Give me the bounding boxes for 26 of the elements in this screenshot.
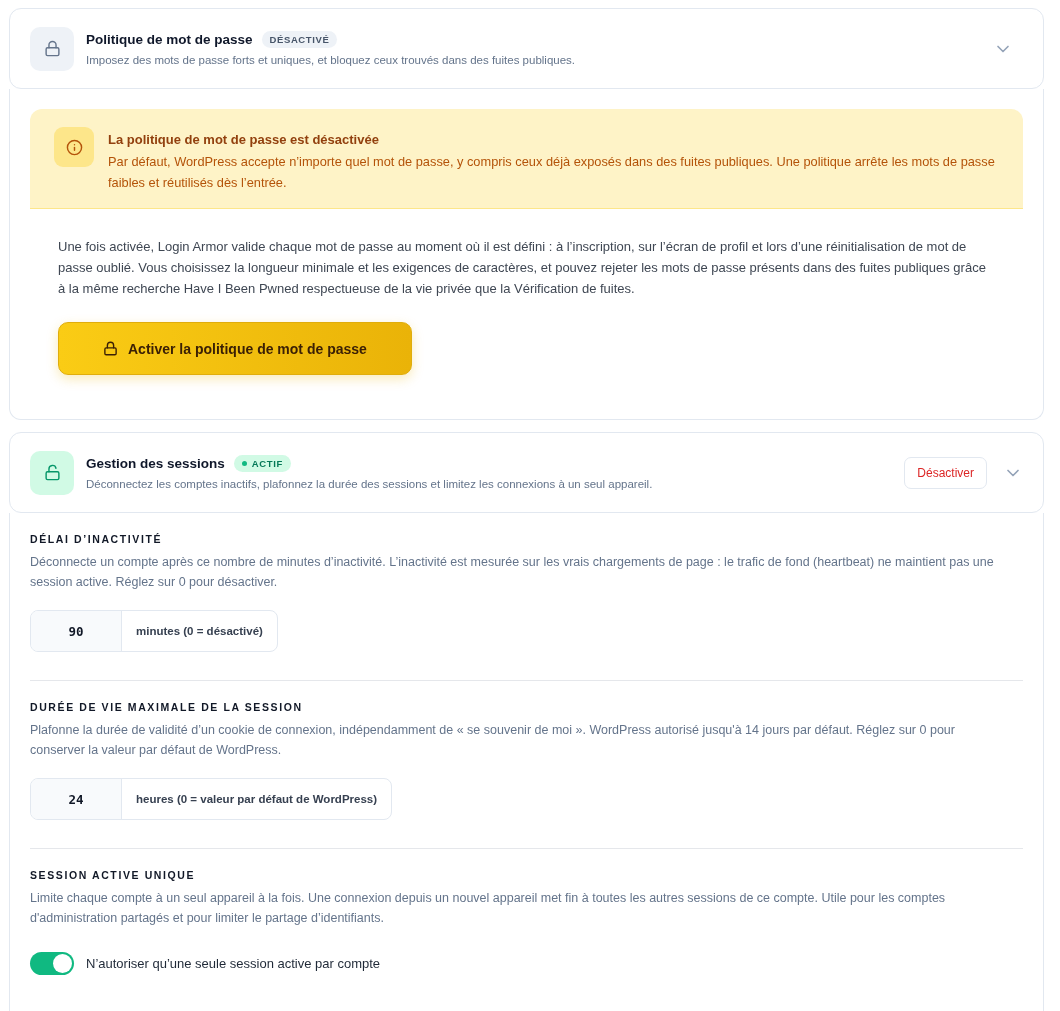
- section-heading: DÉLAI D’INACTIVITÉ: [30, 533, 163, 545]
- panel-subtitle: Imposez des mots de passe forts et uniques, et bloquez ceux trouvés dans des fuites publiques.: [86, 54, 577, 66]
- toggle-label: N’autoriser qu’une seule session active par compte: [86, 956, 381, 971]
- section-description: Plafonne la durée de validité d’un cookie de connexion, indépendamment de « se souvenir de moi ». WordPress autorisé jusqu'à 14 jours par défaut. Réglez sur 0 pour conserver la valeur par défaut de WordPress.: [30, 722, 956, 759]
- status-text: ACTIF: [251, 458, 283, 469]
- section-heading: SESSION ACTIVE UNIQUE: [30, 869, 196, 881]
- section-description: Déconnecte un compte après ce nombre de minutes d’inactivité. L’inactivité est mesurée sur les vrais chargements de page : le trafic de fond (heartbeat) ne maintient pas une session active. Réglez sur 0 pour désactiver.: [30, 554, 995, 591]
- status-dot-icon: [241, 461, 247, 466]
- description-text: Une fois activée, Login Armor valide chaque mot de passe au moment où il est défini : à l’inscription, sur l’écran de profil et lors d’une réinitialisation de mot de passe oublié. Vous choisissez la longueur minimale et les exigences de caractères, et pouvez rejeter les mots de passe présents dans des fuites publiques grâce à la même recherche Have I Been Pwned respectueuse de la vie privée que la Vérification de fuites.: [58, 238, 987, 298]
- deactivate-button[interactable]: Désactiver: [904, 456, 987, 489]
- panel-title: Gestion des sessions: [86, 456, 225, 471]
- lock-icon: [103, 341, 118, 356]
- number-field[interactable]: 24: [31, 779, 122, 819]
- warning-text: Par défaut, WordPress accepte n’importe quel mot de passe, y compris ceux déjà exposés dans des fuites publiques. Une politique arrête les mots de passe faibles et réutilisés dès l’entrée.: [108, 153, 996, 192]
- warning-title: La politique de mot de passe est désactivée: [108, 132, 380, 147]
- panel-title: Politique de mot de passe: [86, 32, 253, 47]
- toggle-switch[interactable]: [30, 952, 74, 975]
- section-heading: DURÉE DE VIE MAXIMALE DE LA SESSION: [30, 701, 303, 713]
- unit-label: heures (0 = valeur par défaut de WordPress): [135, 792, 379, 807]
- unit-label: minutes (0 = désactivé): [135, 624, 264, 639]
- section-description: Limite chaque compte à un seul appareil à la fois. Une connexion depuis un nouvel appareil met fin à toutes les autres sessions de ce compte. Utile pour les comptes d'administration partagés et pour limiter le partage d’identifiants.: [30, 890, 947, 927]
- panel-subtitle: Déconnectez les comptes inactifs, plafonnez la durée des sessions et limitez les connexions à un seul appareil.: [86, 478, 654, 490]
- number-field[interactable]: 90: [31, 611, 122, 651]
- info-icon: [54, 127, 94, 167]
- enable-button[interactable]: Activer la politique de mot de passe: [58, 322, 412, 375]
- status-text: DÉSACTIVÉ: [269, 34, 330, 45]
